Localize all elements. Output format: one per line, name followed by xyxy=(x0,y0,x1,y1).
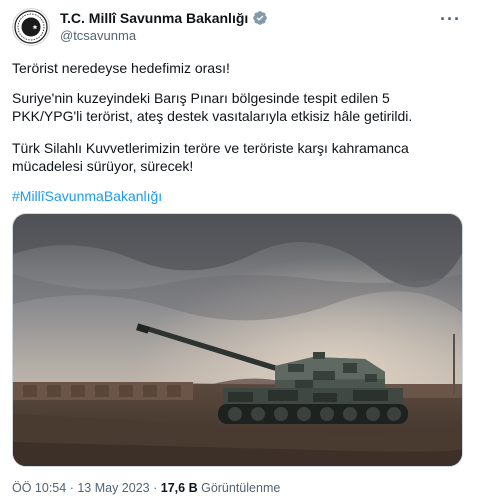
display-name-row: T.C. Millî Savunma Bakanlığı xyxy=(60,9,268,27)
tweet-paragraph-3: Türk Silahlı Kuvvetlerimizin teröre ve t… xyxy=(12,140,409,174)
display-name[interactable]: T.C. Millî Savunma Bakanlığı xyxy=(60,9,248,27)
tweet-time[interactable]: ÖÖ 10:54 xyxy=(12,481,66,495)
tweet-metadata: ÖÖ 10:54 · 13 May 2023 · 17,6 B Görüntül… xyxy=(12,481,280,495)
more-options-icon[interactable]: ··· xyxy=(440,9,461,30)
hashtag-link[interactable]: #MillîSavunmaBakanlığı xyxy=(12,187,162,205)
meta-separator: · xyxy=(153,481,158,495)
views-count: 17,6 B xyxy=(160,481,198,495)
tweet-media-photo[interactable] xyxy=(12,213,463,467)
verified-badge-icon[interactable] xyxy=(252,10,268,26)
tweet-header: T.C. Millî Savunma Bakanlığı @tcsavunma … xyxy=(12,8,465,48)
author-handle[interactable]: @tcsavunma xyxy=(60,27,268,45)
howitzer-photo xyxy=(13,214,462,466)
tweet-date[interactable]: 13 May 2023 xyxy=(77,481,149,495)
meta-separator: · xyxy=(69,481,74,495)
tweet-paragraph-1: Terörist neredeyse hedefimiz orası! xyxy=(12,60,230,76)
ministry-emblem-icon xyxy=(14,10,48,44)
tweet-paragraph-2: Suriye'nin kuzeyindeki Barış Pınarı bölg… xyxy=(12,90,413,124)
tweet-card: T.C. Millî Savunma Bakanlığı @tcsavunma … xyxy=(0,0,477,503)
avatar[interactable] xyxy=(12,8,50,46)
views-label: Görüntülenme xyxy=(201,481,281,495)
author-names: T.C. Millî Savunma Bakanlığı @tcsavunma xyxy=(60,9,268,45)
